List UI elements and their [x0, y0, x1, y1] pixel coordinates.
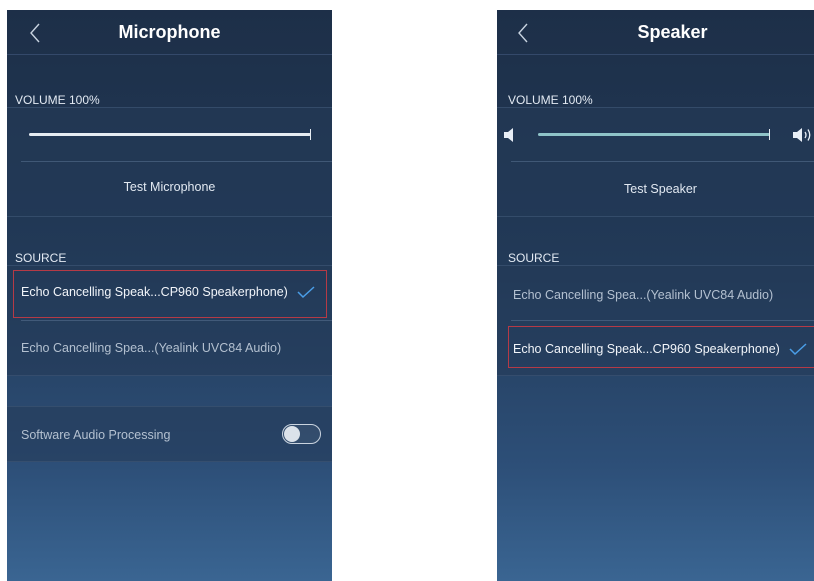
volume-section: Test Microphone [7, 107, 332, 217]
microphone-panel: Microphone VOLUME 100% Test Microphone S… [7, 10, 332, 581]
divider [21, 161, 332, 162]
page-title: Speaker [637, 22, 708, 42]
volume-low-icon[interactable] [503, 127, 517, 143]
source-label: SOURCE [15, 251, 67, 265]
volume-slider-handle[interactable] [310, 129, 311, 140]
speaker-header: Speaker [497, 10, 814, 55]
page-title: Microphone [118, 22, 221, 42]
volume-slider[interactable] [538, 133, 770, 136]
source-item-uvc84[interactable]: Echo Cancelling Spea...(Yealink UVC84 Au… [497, 266, 814, 320]
selection-highlight [13, 270, 327, 318]
source-item-label: Echo Cancelling Spea...(Yealink UVC84 Au… [21, 341, 282, 355]
test-microphone-button[interactable]: Test Microphone [7, 180, 332, 194]
volume-slider-handle[interactable] [769, 129, 770, 140]
software-audio-processing-row: Software Audio Processing [7, 406, 332, 462]
volume-slider[interactable] [29, 133, 311, 136]
volume-section: Test Speaker [497, 107, 814, 217]
source-label: SOURCE [508, 251, 560, 265]
test-speaker-button[interactable]: Test Speaker [497, 182, 814, 196]
selection-highlight [508, 326, 814, 368]
speaker-panel: Speaker VOLUME 100% Test Speaker SOURCE … [497, 10, 814, 581]
volume-label: VOLUME 100% [15, 93, 100, 107]
volume-label: VOLUME 100% [508, 93, 593, 107]
software-audio-processing-label: Software Audio Processing [21, 428, 171, 442]
microphone-header: Microphone [7, 10, 332, 55]
toggle-knob [284, 426, 300, 442]
software-audio-processing-toggle[interactable] [282, 424, 321, 444]
volume-high-icon[interactable] [792, 126, 814, 144]
source-item-uvc84[interactable]: Echo Cancelling Spea...(Yealink UVC84 Au… [7, 321, 332, 375]
source-item-label: Echo Cancelling Spea...(Yealink UVC84 Au… [513, 288, 774, 302]
divider [511, 161, 814, 162]
